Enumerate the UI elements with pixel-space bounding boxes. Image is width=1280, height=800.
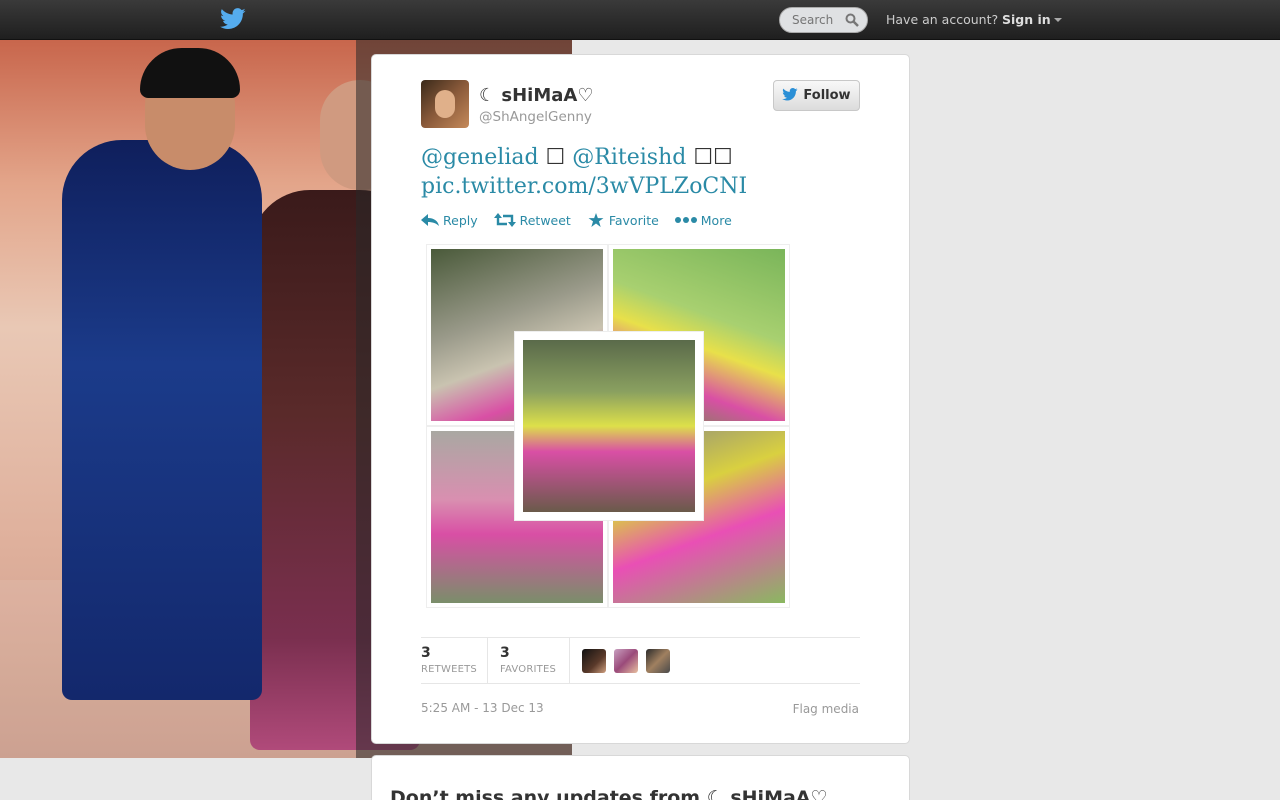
retweet-label: Retweet: [519, 213, 571, 228]
retweet-icon: [493, 213, 516, 227]
sign-in-dropdown[interactable]: Sign in: [1002, 12, 1062, 27]
search-box[interactable]: [779, 7, 868, 33]
twitter-bird-icon: [782, 88, 798, 101]
tweet-text: @geneliad ☐ @Riteishd ☐☐ pic.twitter.com…: [421, 143, 861, 201]
follow-label: Follow: [803, 88, 851, 103]
avatar[interactable]: [582, 649, 606, 673]
more-action[interactable]: More: [674, 213, 732, 228]
reply-label: Reply: [443, 213, 478, 228]
have-account-text: Have an account?: [886, 12, 999, 27]
user-screen-name[interactable]: @ShAngelGenny: [479, 109, 592, 125]
search-icon[interactable]: [845, 13, 859, 27]
avatar[interactable]: [421, 80, 469, 128]
favorites-count: 3: [500, 645, 510, 661]
favorites-label: FAVORITES: [500, 664, 557, 675]
tweet-text-fragment: ☐: [538, 145, 573, 170]
tweet-text-fragment: ☐☐: [686, 145, 733, 170]
reply-icon: [421, 214, 439, 226]
twitter-bird-icon[interactable]: [220, 8, 246, 30]
media-link[interactable]: pic.twitter.com/3wVPLZoCNI: [421, 174, 747, 199]
star-icon: [588, 213, 604, 227]
favorite-label: Favorite: [608, 213, 659, 228]
mention-link[interactable]: @Riteishd: [572, 145, 686, 170]
more-label: More: [700, 213, 732, 228]
reply-action[interactable]: Reply: [421, 213, 478, 228]
top-navigation-bar: Have an account? Sign in: [0, 0, 1280, 40]
flag-media-link[interactable]: Flag media: [793, 702, 859, 716]
avatar[interactable]: [614, 649, 639, 673]
signup-prompt-card: Don’t miss any updates from ☾ sHiMaA♡: [371, 755, 910, 800]
tweet-card: ☾ sHiMaA♡ @ShAngelGenny Follow @geneliad…: [371, 54, 910, 744]
favorites-stat[interactable]: 3 FAVORITES: [500, 645, 556, 675]
tweet-timestamp[interactable]: 5:25 AM - 13 Dec 13: [421, 701, 544, 715]
retweets-label: RETWEETS: [421, 664, 477, 675]
tweet-actions: Reply Retweet Favorite More: [421, 213, 744, 228]
divider: [487, 638, 488, 684]
retweet-action[interactable]: Retweet: [493, 213, 571, 228]
follow-button[interactable]: Follow: [773, 80, 860, 111]
favorite-action[interactable]: Favorite: [587, 213, 659, 228]
retweets-count: 3: [421, 645, 431, 661]
sign-in-label: Sign in: [1002, 12, 1051, 27]
tweet-media-image[interactable]: [427, 245, 799, 613]
caret-down-icon: [1053, 18, 1062, 22]
tweet-stats: 3 RETWEETS 3 FAVORITES: [421, 637, 860, 684]
favoriters-avatars: [582, 649, 673, 677]
retweets-stat[interactable]: 3 RETWEETS: [421, 645, 477, 675]
more-dots-icon: [674, 217, 697, 223]
divider: [569, 638, 570, 684]
avatar[interactable]: [646, 649, 671, 673]
signup-headline: Don’t miss any updates from ☾ sHiMaA♡: [390, 787, 828, 800]
user-fullname[interactable]: ☾ sHiMaA♡: [479, 85, 593, 106]
search-input[interactable]: [780, 8, 842, 32]
mention-link[interactable]: @geneliad: [421, 145, 539, 170]
